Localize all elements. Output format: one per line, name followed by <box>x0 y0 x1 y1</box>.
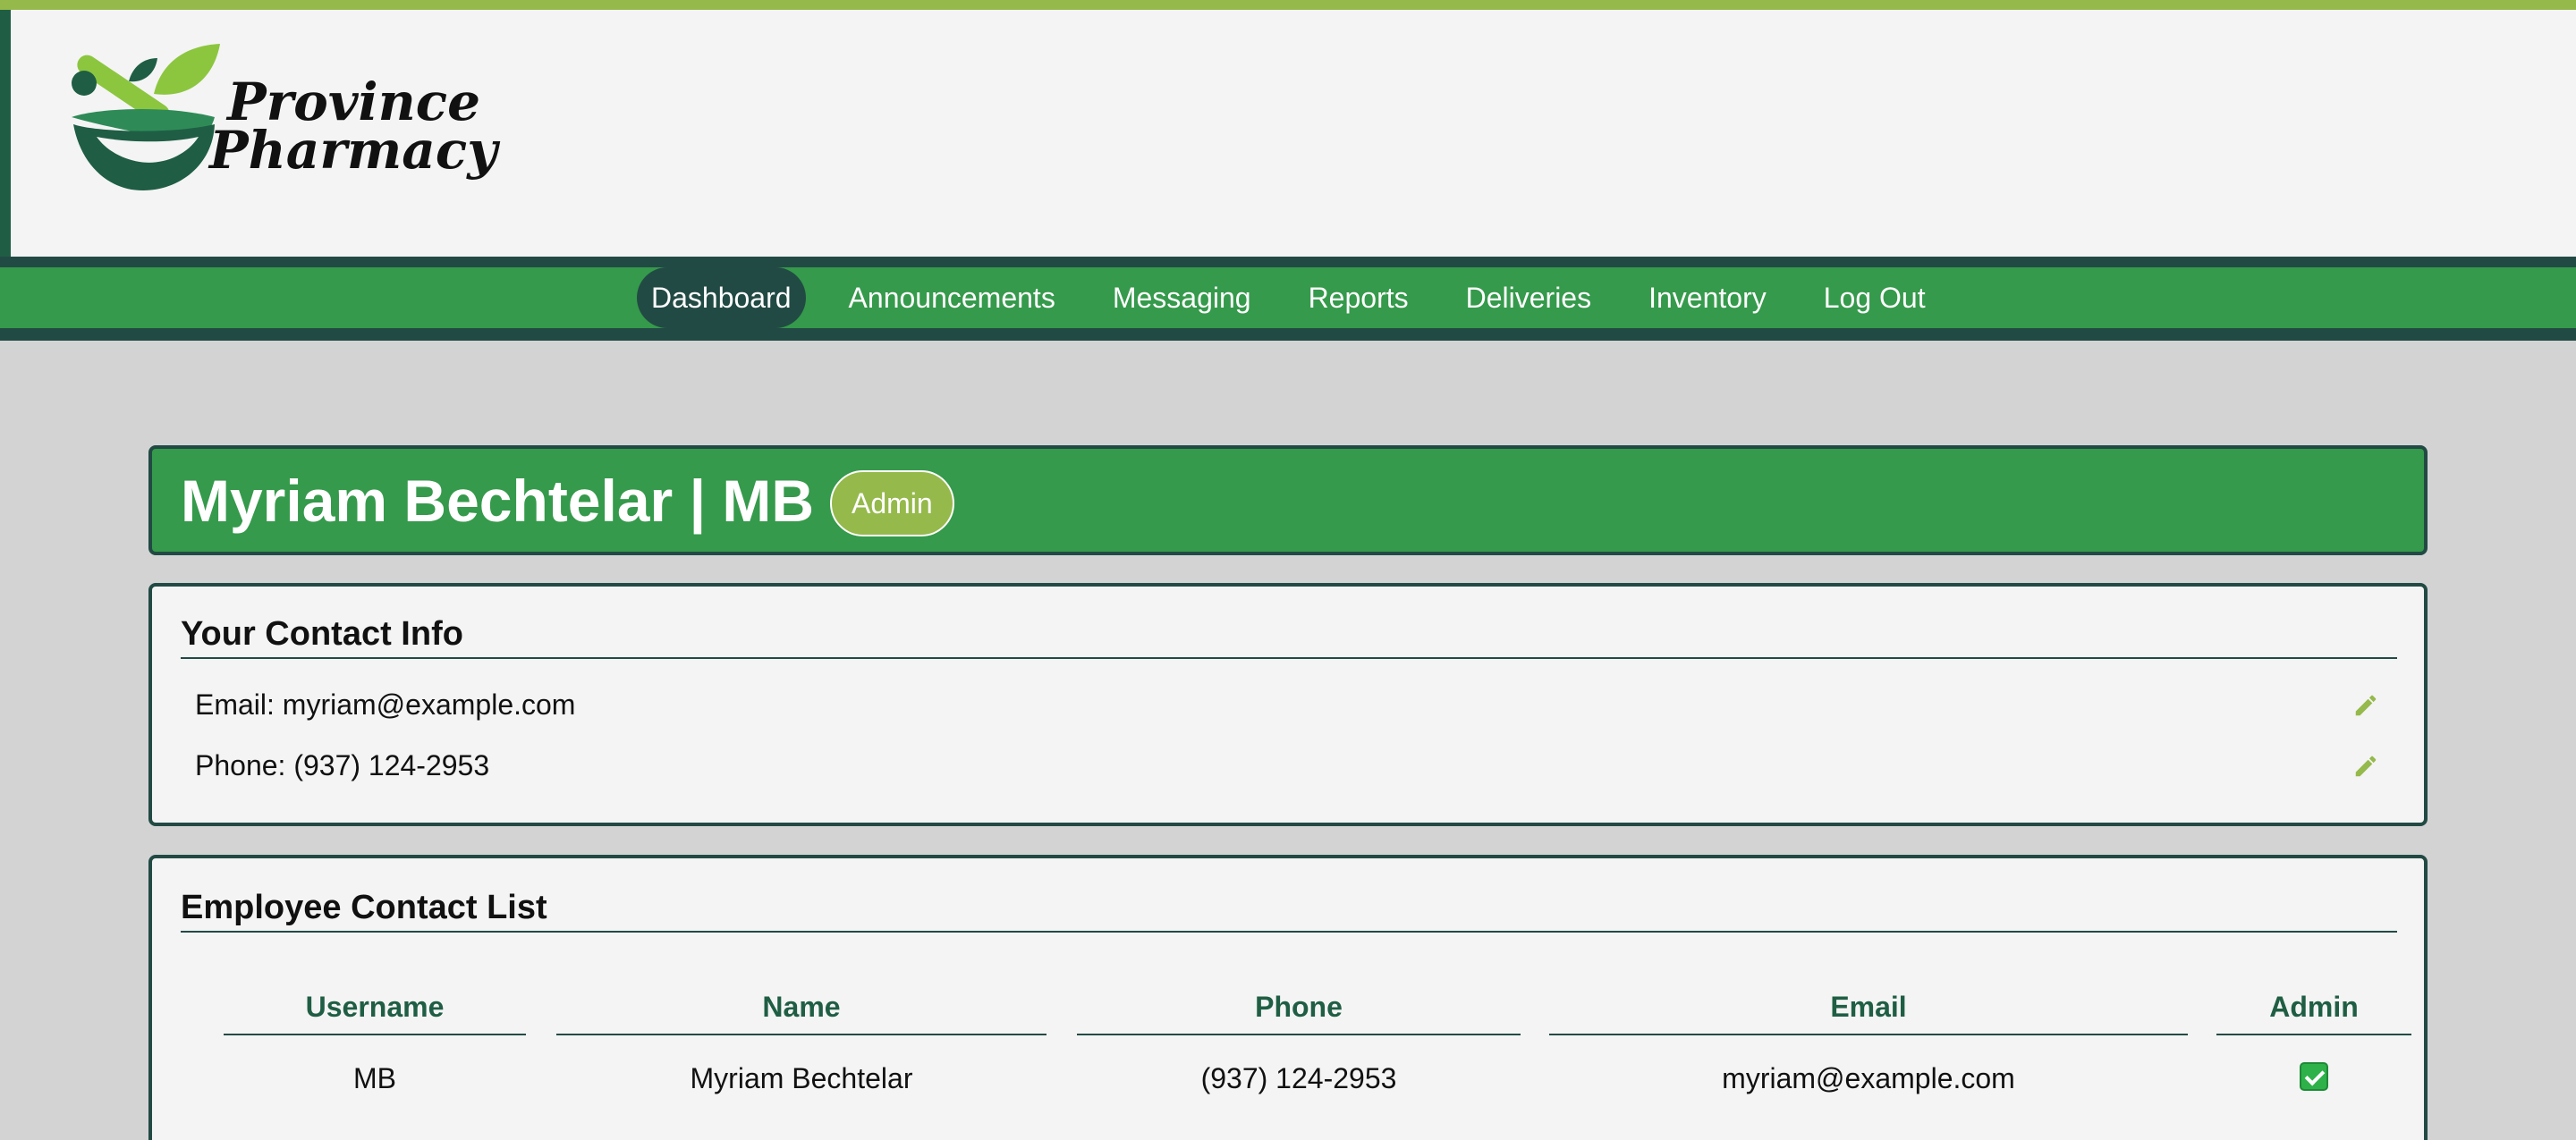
nav-top-band <box>0 257 2576 267</box>
column-header-name[interactable]: Name <box>556 991 1046 1035</box>
cell-phone: (937) 124-2953 <box>1200 1062 1397 1094</box>
main-nav: Dashboard Announcements Messaging Report… <box>0 267 2576 328</box>
brand-name: Province Pharmacy <box>209 76 497 176</box>
column-header-email[interactable]: Email <box>1549 991 2188 1035</box>
nav-item-messaging[interactable]: Messaging <box>1098 267 1266 328</box>
profile-title-card: Myriam Bechtelar | MB Admin <box>148 445 2428 555</box>
cell-admin <box>2216 1062 2411 1098</box>
nav-item-reports[interactable]: Reports <box>1294 267 1423 328</box>
brand-logo[interactable]: Province Pharmacy <box>61 31 526 201</box>
nav-item-inventory[interactable]: Inventory <box>1634 267 1781 328</box>
phone-info: Phone: (937) 124-2953 <box>195 749 490 781</box>
contact-info-card: Your Contact Info Email: myriam@example.… <box>148 583 2428 826</box>
site-header: Province Pharmacy <box>0 10 2576 257</box>
cell-email: myriam@example.com <box>1722 1062 2015 1094</box>
nav-item-dashboard[interactable]: Dashboard <box>637 267 806 328</box>
column-header-phone[interactable]: Phone <box>1077 991 1521 1035</box>
edit-phone-pencil-icon[interactable] <box>2352 753 2379 780</box>
nav-item-log-out[interactable]: Log Out <box>1809 267 1940 328</box>
nav-bottom-band <box>0 328 2576 341</box>
column-header-username[interactable]: Username <box>224 991 526 1035</box>
nav-list: Dashboard Announcements Messaging Report… <box>637 267 1969 328</box>
cell-name: Myriam Bechtelar <box>690 1062 913 1094</box>
column-header-admin[interactable]: Admin <box>2216 991 2411 1035</box>
page-title: Myriam Bechtelar | MB <box>181 468 815 534</box>
nav-item-announcements[interactable]: Announcements <box>835 267 1070 328</box>
admin-badge: Admin <box>830 470 954 536</box>
mortar-pestle-icon <box>72 44 220 190</box>
cell-username: MB <box>353 1062 396 1094</box>
contact-info-heading: Your Contact Info <box>181 615 2397 659</box>
email-info: Email: myriam@example.com <box>195 688 576 721</box>
brand-line-2: Pharmacy <box>209 120 497 181</box>
edit-email-pencil-icon[interactable] <box>2352 692 2379 719</box>
employee-list-heading: Employee Contact List <box>181 889 2397 933</box>
top-accent-strip <box>0 0 2576 10</box>
nav-item-deliveries[interactable]: Deliveries <box>1452 267 1606 328</box>
employee-contact-list-card: Employee Contact List Username Name Phon… <box>148 855 2428 1140</box>
admin-checkbox-checked-icon[interactable] <box>2300 1062 2328 1091</box>
